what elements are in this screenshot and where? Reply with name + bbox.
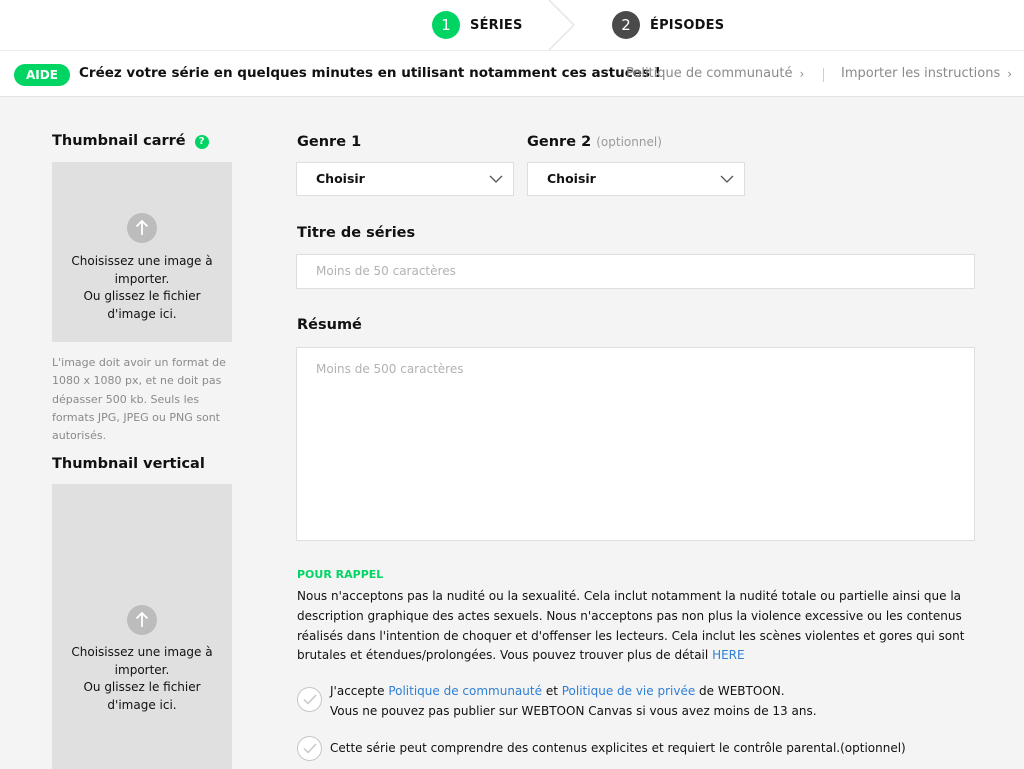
- explicit-content-text: Cette série peut comprendre des contenus…: [330, 741, 906, 755]
- chevron-down-icon: [489, 175, 503, 183]
- genre1-select[interactable]: Choisir: [296, 162, 514, 196]
- accept-policy-checkbox[interactable]: [297, 687, 322, 712]
- community-policy-link[interactable]: Politique de communauté ›: [626, 66, 804, 81]
- genre2-label-text: Genre 2: [527, 134, 592, 150]
- text-fragment: J'accepte: [330, 684, 385, 698]
- series-title-input[interactable]: Moins de 50 caractères: [296, 254, 975, 289]
- chevron-right-icon: ›: [799, 66, 805, 81]
- thumbnail-format-note: L'image doit avoir un format de 1080 x 1…: [52, 356, 226, 443]
- upload-instructions: Choisissez une image à importer. Ou glis…: [52, 644, 232, 714]
- link-label: Importer les instructions: [841, 66, 1001, 81]
- checkmark-icon: [303, 694, 317, 705]
- upload-arrow-icon: [127, 213, 157, 243]
- chevron-down-icon: [720, 175, 734, 183]
- explicit-content-checkbox[interactable]: [297, 736, 322, 761]
- thumbnail-square-dropzone[interactable]: Choisissez une image à importer. Ou glis…: [52, 162, 232, 342]
- checkmark-icon: [303, 743, 317, 754]
- select-value: Choisir: [547, 171, 596, 186]
- import-instructions-link[interactable]: Importer les instructions ›: [841, 66, 1012, 81]
- section-title-text: Thumbnail carré: [52, 133, 186, 149]
- chevron-right-icon: ›: [1007, 66, 1013, 81]
- stepper: 1 SÉRIES 2 ÉPISODES: [0, 0, 1024, 50]
- upload-line: Choisissez une image à importer.: [71, 254, 213, 286]
- divider: [823, 68, 824, 82]
- help-text: Créez votre série en quelques minutes en…: [79, 65, 661, 81]
- genre1-label: Genre 1: [297, 134, 362, 150]
- rappel-body: Nous n'acceptons pas la nudité ou la sex…: [297, 589, 965, 663]
- link-label: Politique de communauté: [626, 66, 793, 81]
- upload-line: Choisissez une image à importer.: [71, 645, 213, 677]
- upload-instructions: Choisissez une image à importer. Ou glis…: [52, 253, 232, 323]
- text-fragment: et: [545, 684, 558, 698]
- step-number: 1: [432, 11, 460, 39]
- step-series[interactable]: 1 SÉRIES: [432, 0, 523, 50]
- age-notice: Vous ne pouvez pas publier sur WEBTOON C…: [330, 703, 817, 718]
- genre2-label: Genre 2 (optionnel): [527, 134, 662, 150]
- thumbnail-vertical-dropzone[interactable]: Choisissez une image à importer. Ou glis…: [52, 484, 232, 769]
- thumbnail-vertical-title: Thumbnail vertical: [52, 456, 205, 472]
- optional-hint: (optionnel): [596, 135, 662, 149]
- step-episodes[interactable]: 2 ÉPISODES: [612, 0, 724, 50]
- privacy-policy-link[interactable]: Politique de vie privée: [562, 684, 695, 698]
- resume-label: Résumé: [297, 317, 362, 333]
- accept-policy-text: J'accepte Politique de communauté et Pol…: [330, 682, 817, 721]
- help-bar: AIDE Créez votre série en quelques minut…: [0, 50, 1024, 97]
- step-separator-arrow: [548, 0, 576, 50]
- series-title-label: Titre de séries: [297, 225, 416, 241]
- upload-line: Ou glissez le fichier d'image ici.: [83, 289, 201, 321]
- help-icon[interactable]: ?: [194, 135, 209, 149]
- step-label: ÉPISODES: [650, 17, 725, 33]
- upload-line: Ou glissez le fichier d'image ici.: [83, 680, 201, 712]
- rappel-title: POUR RAPPEL: [297, 568, 384, 581]
- upload-arrow-icon: [127, 605, 157, 635]
- aide-badge: AIDE: [14, 64, 70, 86]
- thumbnail-square-title: Thumbnail carré ?: [52, 133, 209, 149]
- rappel-text: Nous n'acceptons pas la nudité ou la sex…: [297, 587, 987, 666]
- here-link[interactable]: HERE: [712, 648, 745, 662]
- step-number: 2: [612, 11, 640, 39]
- step-label: SÉRIES: [470, 17, 523, 33]
- select-value: Choisir: [316, 171, 365, 186]
- resume-textarea[interactable]: Moins de 500 caractères: [296, 347, 975, 541]
- community-policy-inline-link[interactable]: Politique de communauté: [388, 684, 542, 698]
- text-fragment: de WEBTOON.: [699, 684, 785, 698]
- genre2-select[interactable]: Choisir: [527, 162, 745, 196]
